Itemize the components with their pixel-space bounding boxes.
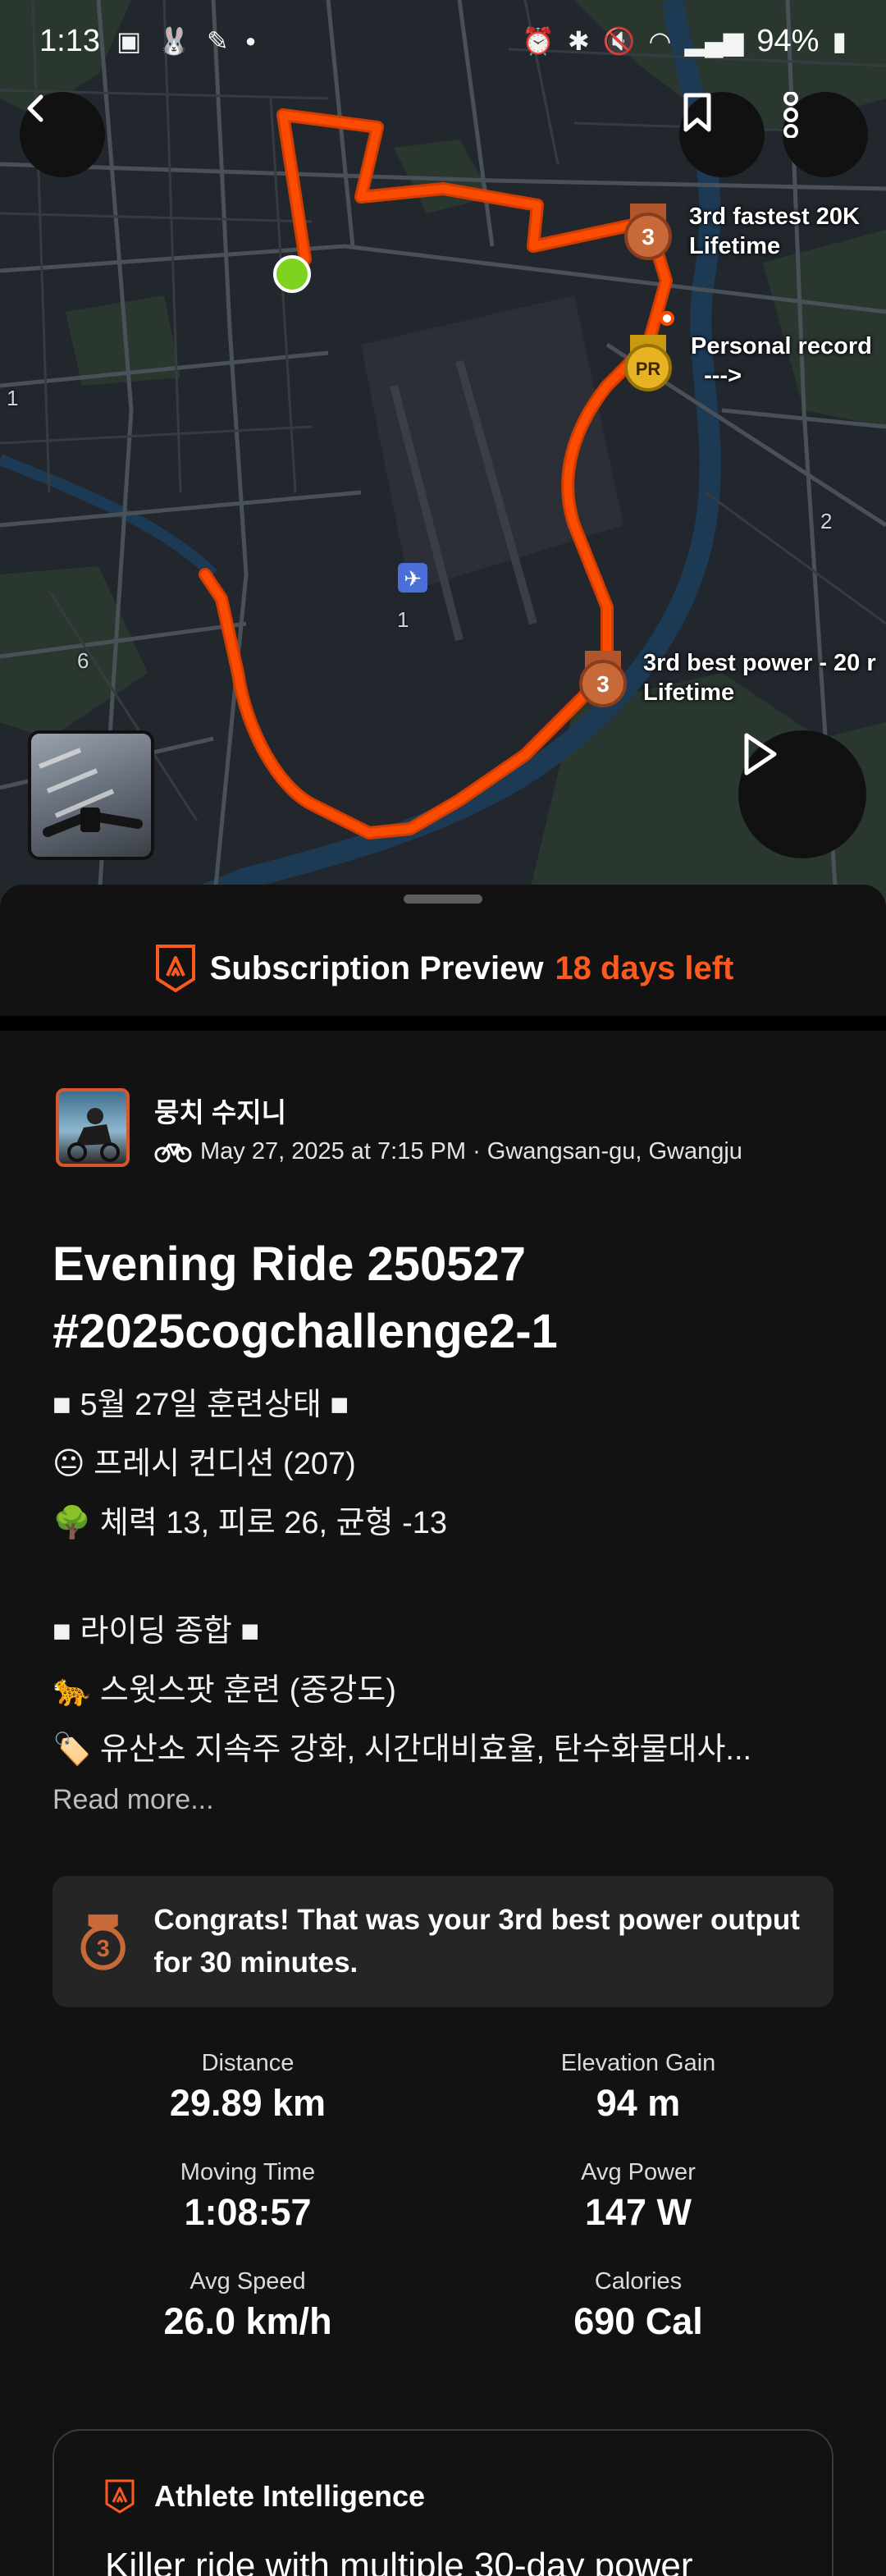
promo-days-left: 18 days left — [555, 949, 734, 986]
more-vertical-icon — [783, 92, 798, 138]
mute-icon: 🔇 — [602, 26, 636, 56]
stat-value: 1:08:57 — [184, 2191, 312, 2233]
bike-icon — [154, 1143, 192, 1163]
stat-label: Distance — [201, 2050, 295, 2076]
stat-value: 147 W — [584, 2191, 692, 2233]
chevron-left-icon — [27, 94, 43, 122]
bookmark-icon — [683, 93, 711, 132]
stat-label: Avg Power — [581, 2159, 696, 2185]
medal-pr-icon[interactable]: PR — [624, 335, 672, 391]
airport-number: 1 — [397, 607, 409, 632]
description-line: ■ 라이딩 종합 ■ — [53, 1614, 260, 1649]
ai-card-title: Athlete Intelligence — [154, 2479, 426, 2513]
bookmark-button[interactable] — [679, 92, 765, 177]
label-3rd-fastest: 3rd fastest 20K Lifetime — [689, 204, 860, 259]
svg-text:3: 3 — [642, 224, 655, 249]
bike-photo-icon — [38, 748, 143, 837]
signal-icon: ▂▄▆ — [684, 26, 744, 56]
pen-icon: ✎ — [207, 26, 229, 56]
more-options-button[interactable] — [783, 92, 868, 177]
road-number: 1 — [7, 386, 19, 410]
description-line: 🏷️ 유산소 지속주 강화, 시간대비효율, 탄수화물대사... — [53, 1732, 752, 1767]
dot-icon: ● — [244, 30, 257, 51]
description-line: ■ 5월 27일 훈련상태 ■ — [53, 1388, 349, 1422]
strava-logo-icon — [105, 2479, 135, 2514]
start-point-icon — [273, 255, 311, 293]
stat-value: 26.0 km/h — [163, 2300, 332, 2342]
gallery-icon: ▣ — [116, 26, 142, 56]
stat-moving-time: Moving Time 1:08:57 — [53, 2159, 443, 2234]
strava-logo-icon — [155, 945, 195, 993]
label-3rd-best-power: 3rd best power - 20 r Lifetime — [643, 650, 876, 706]
promo-label: Subscription Preview — [209, 949, 544, 986]
status-time: 1:13 — [39, 23, 100, 58]
stat-value: 690 Cal — [573, 2300, 703, 2342]
athlete-intelligence-card[interactable]: Athlete Intelligence Killer ride with mu… — [53, 2429, 833, 2576]
activity-meta: May 27, 2025 at 7:15 PM · Gwangsan-gu, G… — [200, 1137, 742, 1164]
svg-text:3: 3 — [97, 1936, 110, 1962]
status-bar: 1:13 ▣ 🐰 ✎ ● ⏰ ✱ 🔇 ◠ ▂▄▆ 94% ▮ — [0, 0, 886, 82]
stat-avg-speed: Avg Speed 26.0 km/h — [53, 2268, 443, 2343]
activity-description: ■ 5월 27일 훈련상태 ■ 😐 프레시 컨디션 (207) 🌳 체력 13,… — [53, 1375, 840, 1779]
stats-grid: Distance 29.89 km Elevation Gain 94 m Mo… — [53, 2050, 833, 2343]
achievement-text: Congrats! That was your 3rd best power o… — [153, 1904, 800, 1979]
stat-value: 94 m — [596, 2082, 681, 2124]
airport-icon: ✈ — [398, 563, 427, 593]
section-divider — [0, 1016, 886, 1031]
bluetooth-icon: ✱ — [567, 26, 590, 56]
medal-3-icon-bottom[interactable]: 3 — [579, 651, 627, 707]
medal-3-icon: 3 — [80, 1914, 126, 1970]
stat-label: Calories — [594, 2268, 683, 2295]
subscription-preview-banner[interactable]: Subscription Preview 18 days left — [0, 936, 886, 1001]
activity-sheet[interactable]: Subscription Preview 18 days left 뭉치 수지니… — [0, 885, 886, 2576]
stat-label: Avg Speed — [190, 2268, 306, 2295]
athlete-name[interactable]: 뭉치 수지니 — [154, 1091, 742, 1130]
description-line: 🌳 체력 13, 피로 26, 균형 -13 — [53, 1506, 447, 1540]
stat-label: Moving Time — [180, 2159, 316, 2185]
stat-elevation-gain: Elevation Gain 94 m — [443, 2050, 833, 2125]
sheet-drag-handle[interactable] — [404, 895, 482, 904]
read-more-link[interactable]: Read more... — [53, 1784, 214, 1816]
medal-3-icon-top[interactable]: 3 — [624, 204, 672, 260]
battery-percent: 94% — [756, 23, 820, 58]
road-number: 2 — [820, 509, 833, 533]
achievement-card[interactable]: 3 Congrats! That was your 3rd best power… — [53, 1876, 833, 2007]
cyclist-avatar-icon — [67, 1108, 120, 1162]
road-number: 6 — [77, 648, 89, 673]
stat-label: Elevation Gain — [560, 2050, 716, 2076]
photo-thumbnail[interactable] — [28, 730, 154, 860]
play-icon — [744, 733, 777, 776]
avatar[interactable] — [56, 1088, 130, 1167]
stat-value: 29.89 km — [169, 2082, 327, 2124]
stat-avg-power: Avg Power 147 W — [443, 2159, 833, 2234]
description-line — [53, 1553, 840, 1602]
play-flyover-button[interactable] — [738, 730, 866, 858]
activity-title: Evening Ride 250527 #2025cogchallenge2-1 — [53, 1238, 558, 1358]
description-line: 🐆 스윗스팟 훈련 (중강도) — [53, 1673, 396, 1708]
segment-marker — [660, 311, 674, 326]
back-button[interactable] — [20, 92, 105, 177]
label-personal-record: Personal record ---> — [691, 333, 872, 389]
athlete-header[interactable]: 뭉치 수지니 May 27, 2025 at 7:15 PM · Gwangsa… — [56, 1088, 742, 1167]
activity-map[interactable]: 3 PR 3 ✈ 1 2 6 1 3rd fastest 20K Lifetim… — [0, 0, 886, 911]
alarm-icon: ⏰ — [522, 26, 555, 56]
svg-text:3: 3 — [596, 671, 610, 697]
rabbit-icon: 🐰 — [158, 26, 191, 56]
stat-calories: Calories 690 Cal — [443, 2268, 833, 2343]
stat-distance: Distance 29.89 km — [53, 2050, 443, 2125]
battery-icon: ▮ — [832, 26, 847, 56]
wifi-icon: ◠ — [648, 26, 672, 56]
description-line: 😐 프레시 컨디션 (207) — [53, 1447, 356, 1481]
ai-card-body: Killer ride with multiple 30-day power — [105, 2546, 693, 2576]
svg-text:PR: PR — [636, 359, 661, 379]
svg-text:✈: ✈ — [404, 567, 422, 592]
